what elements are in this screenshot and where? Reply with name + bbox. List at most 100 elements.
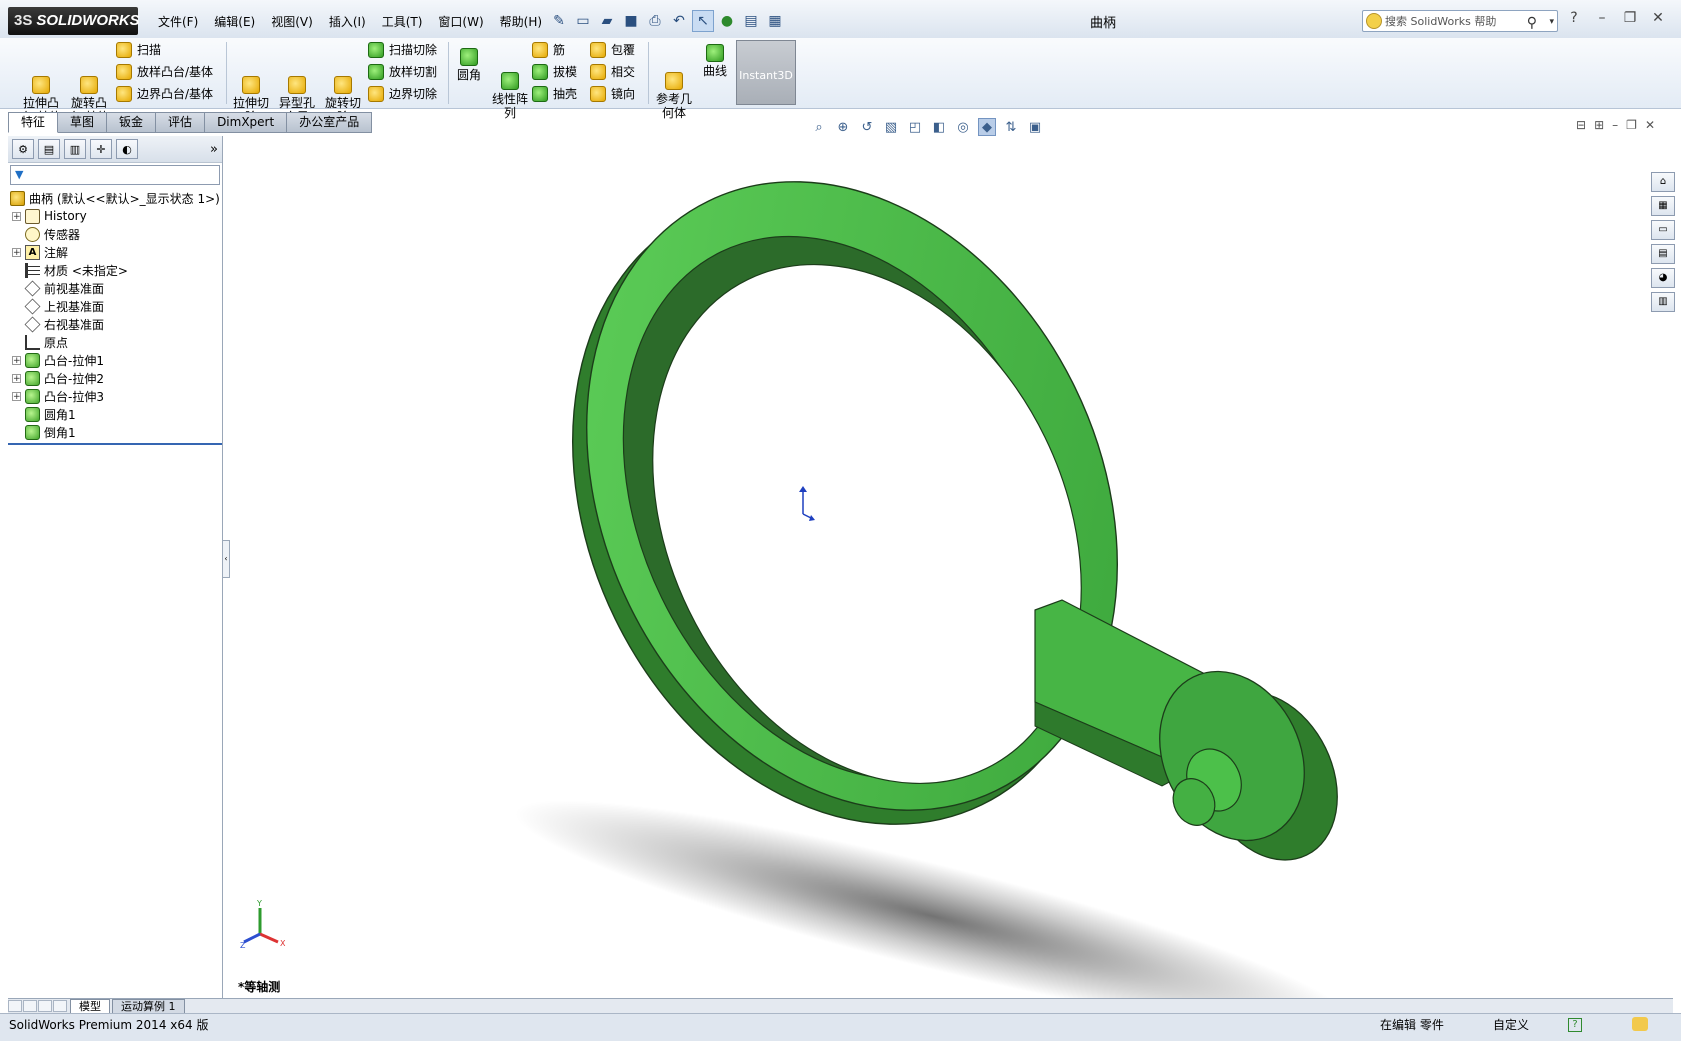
first-tab-icon[interactable] (8, 1000, 22, 1012)
tree-item-history[interactable]: + History (8, 207, 222, 225)
menu-view[interactable]: 视图(V) (263, 12, 321, 32)
tab-dimxpert[interactable]: DimXpert (205, 112, 288, 133)
tab-model[interactable]: 模型 (70, 998, 110, 1014)
last-tab-icon[interactable] (53, 1000, 67, 1012)
boundary-boss-button[interactable]: 边界凸台/基体 (116, 84, 213, 104)
custom-properties-icon[interactable]: ▥ (1651, 292, 1675, 312)
rebuild-icon[interactable]: ● (716, 10, 738, 32)
menu-edit[interactable]: 编辑(E) (206, 12, 263, 32)
next-tab-icon[interactable] (38, 1000, 52, 1012)
menu-window[interactable]: 窗口(W) (430, 12, 491, 32)
sweep-button[interactable]: 扫描 (116, 40, 161, 60)
view-settings-icon[interactable]: ▣ (1026, 118, 1044, 136)
tree-item-right-plane[interactable]: 右视基准面 (8, 315, 222, 333)
undo-icon[interactable]: ↶ (668, 10, 690, 32)
expand-icon[interactable]: + (12, 391, 21, 401)
prev-tab-icon[interactable] (23, 1000, 37, 1012)
status-units[interactable]: 自定义 (1493, 1015, 1529, 1035)
rollback-bar[interactable] (8, 443, 222, 445)
tree-item-chamfer1[interactable]: 倒角1 (8, 423, 222, 441)
draft-button[interactable]: 拔模 (532, 62, 577, 82)
tree-root[interactable]: 曲柄 (默认<<默认>_显示状态 1>) (8, 189, 222, 207)
shell-button[interactable]: 抽壳 (532, 84, 577, 104)
tab-office-products[interactable]: 办公室产品 (287, 112, 373, 133)
section-view-icon[interactable]: ▧ (882, 118, 900, 136)
view-orientation-icon[interactable]: ◰ (906, 118, 924, 136)
graphics-area[interactable] (232, 136, 1644, 998)
mirror-button[interactable]: 镜向 (590, 84, 635, 104)
select-icon[interactable]: ↖ (692, 10, 714, 32)
property-manager-tab-icon[interactable]: ▤ (38, 139, 60, 159)
view-palette-icon[interactable]: ▤ (1651, 244, 1675, 264)
zoom-to-fit-icon[interactable]: ⌕ (810, 118, 828, 136)
home-icon[interactable]: ⌂ (1651, 172, 1675, 192)
curves-button[interactable]: 曲线 (698, 44, 732, 78)
tab-features[interactable]: 特征 (8, 112, 59, 133)
previous-view-icon[interactable]: ↺ (858, 118, 876, 136)
expand-icon[interactable]: + (12, 247, 21, 257)
crank-ring[interactable] (471, 136, 1218, 914)
file-explorer-icon[interactable]: ▭ (1651, 220, 1675, 240)
doc-close-icon[interactable]: ✕ (1645, 118, 1655, 132)
tag-icon[interactable] (1632, 1017, 1648, 1031)
appearances-icon[interactable]: ◕ (1651, 268, 1675, 288)
tree-item-boss-extrude3[interactable]: + 凸台-拉伸3 (8, 387, 222, 405)
tree-item-boss-extrude2[interactable]: + 凸台-拉伸2 (8, 369, 222, 387)
pin-icon[interactable]: ✎ (548, 10, 570, 32)
tree-item-sensors[interactable]: 传感器 (8, 225, 222, 243)
loft-boss-button[interactable]: 放样凸台/基体 (116, 62, 213, 82)
tree-filter-input[interactable]: ▼ (10, 165, 220, 185)
split-view-icon[interactable]: ⊟ (1576, 118, 1586, 132)
tile-view-icon[interactable]: ⊞ (1594, 118, 1604, 132)
open-icon[interactable]: ▰ (596, 10, 618, 32)
configuration-manager-tab-icon[interactable]: ▥ (64, 139, 86, 159)
tree-item-boss-extrude1[interactable]: + 凸台-拉伸1 (8, 351, 222, 369)
expand-icon[interactable]: + (12, 355, 21, 365)
apply-scene-icon[interactable]: ⇅ (1002, 118, 1020, 136)
chevron-down-icon[interactable]: ▾ (1549, 11, 1554, 33)
close-icon[interactable]: ✕ (1649, 10, 1667, 26)
print-icon[interactable]: ⎙ (644, 10, 666, 32)
help-search-input[interactable]: 搜索 SolidWorks 帮助 ⚲ ▾ (1362, 10, 1558, 32)
tab-motion-study[interactable]: 运动算例 1 (112, 998, 185, 1014)
new-doc-icon[interactable]: ▭ (572, 10, 594, 32)
reference-geometry-button[interactable]: 参考几 何体 (652, 44, 696, 134)
reference-triad[interactable]: Y X Z (240, 900, 290, 950)
display-style-icon[interactable]: ◧ (930, 118, 948, 136)
swept-cut-button[interactable]: 扫描切除 (368, 40, 437, 60)
linear-pattern-button[interactable]: 线性阵 列 (490, 44, 530, 134)
wrap-button[interactable]: 包覆 (590, 40, 635, 60)
fillet-button[interactable]: 圆角 (452, 48, 486, 82)
dimxpert-manager-tab-icon[interactable]: ✛ (90, 139, 112, 159)
tree-item-fillet1[interactable]: 圆角1 (8, 405, 222, 423)
boundary-cut-button[interactable]: 边界切除 (368, 84, 437, 104)
rib-button[interactable]: 筋 (532, 40, 565, 60)
options-icon[interactable]: ▦ (764, 10, 786, 32)
hide-show-items-icon[interactable]: ◎ (954, 118, 972, 136)
doc-restore-icon[interactable]: ❐ (1626, 118, 1637, 132)
tree-item-origin[interactable]: 原点 (8, 333, 222, 351)
restore-icon[interactable]: ❐ (1621, 10, 1639, 26)
tab-sketch[interactable]: 草图 (58, 112, 108, 133)
minimize-icon[interactable]: – (1593, 10, 1611, 26)
menu-tools[interactable]: 工具(T) (374, 12, 431, 32)
tree-item-material[interactable]: 材质 <未指定> (8, 261, 222, 279)
save-icon[interactable]: ■ (620, 10, 642, 32)
instant3d-button[interactable]: Instant3D (736, 40, 796, 105)
feature-tree-tab-icon[interactable]: ⚙ (12, 139, 34, 159)
tree-item-front-plane[interactable]: 前视基准面 (8, 279, 222, 297)
help-icon[interactable]: ? (1565, 10, 1583, 26)
file-props-icon[interactable]: ▤ (740, 10, 762, 32)
doc-minimize-icon[interactable]: – (1612, 118, 1618, 132)
display-manager-tab-icon[interactable]: ◐ (116, 139, 138, 159)
edit-appearance-icon[interactable]: ◆ (978, 118, 996, 136)
status-help-icon[interactable]: ? (1568, 1018, 1582, 1032)
search-icon[interactable]: ⚲ (1527, 12, 1537, 34)
expand-icon[interactable]: + (12, 373, 21, 383)
menu-file[interactable]: 文件(F) (150, 12, 206, 32)
lofted-cut-button[interactable]: 放样切割 (368, 62, 437, 82)
zoom-to-area-icon[interactable]: ⊕ (834, 118, 852, 136)
tab-sheet-metal[interactable]: 钣金 (107, 112, 157, 133)
expand-arrows-icon[interactable]: » (210, 142, 218, 157)
menu-insert[interactable]: 插入(I) (321, 12, 374, 32)
